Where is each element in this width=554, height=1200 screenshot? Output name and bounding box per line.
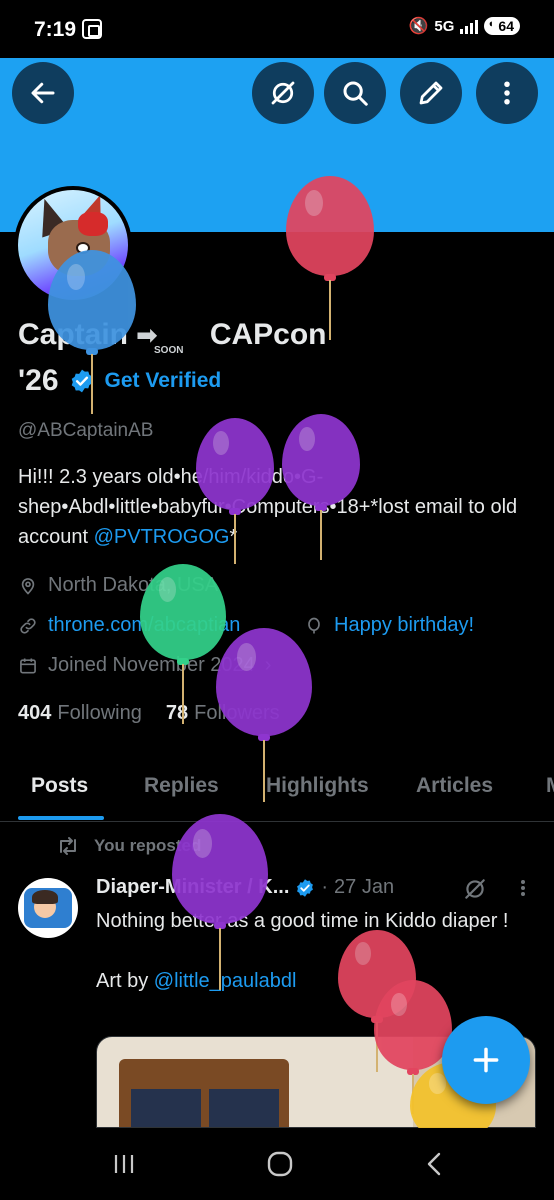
back-button[interactable] bbox=[12, 62, 74, 124]
post-art-credit: Art by @little_paulabdl bbox=[96, 966, 526, 996]
post-body: Nothing better as a good time in Kiddo d… bbox=[96, 906, 526, 996]
post-author-avatar[interactable] bbox=[18, 878, 78, 938]
tab-media[interactable]: Media bbox=[546, 774, 554, 798]
arrow-left-icon bbox=[31, 82, 55, 104]
following-label: Following bbox=[57, 702, 142, 724]
post-date: 27 Jan bbox=[334, 876, 395, 898]
balloon-decoration bbox=[140, 564, 226, 728]
grok-icon bbox=[271, 81, 295, 105]
mute-icon: 🔇 bbox=[408, 18, 429, 35]
user-handle: @ABCaptainAB bbox=[18, 420, 154, 441]
system-nav-bar bbox=[0, 1128, 554, 1200]
balloon-decoration bbox=[196, 418, 274, 568]
home-button[interactable] bbox=[260, 1146, 300, 1182]
more-vertical-icon bbox=[504, 81, 510, 105]
following-count: 404 bbox=[18, 702, 52, 724]
search-button[interactable] bbox=[324, 62, 386, 124]
new-post-button[interactable] bbox=[442, 1016, 530, 1104]
soon-badge: SOON bbox=[154, 345, 184, 356]
grok-icon[interactable] bbox=[462, 876, 488, 902]
art-by-label: Art by bbox=[96, 970, 154, 992]
recent-apps-icon bbox=[114, 1155, 134, 1173]
following-link[interactable]: 404 Following bbox=[18, 702, 142, 725]
recent-apps-button[interactable] bbox=[104, 1146, 144, 1182]
profile-bio: Hi!!! 2.3 years old•he/him/kiddo•G-shep•… bbox=[18, 462, 538, 552]
post-separator: · bbox=[321, 876, 329, 898]
birthday-row: Happy birthday! bbox=[304, 614, 474, 637]
balloon-decoration bbox=[216, 628, 312, 806]
battery-indicator: 64 bbox=[484, 17, 520, 35]
pencil-icon bbox=[419, 81, 443, 105]
birthday-link[interactable]: Happy birthday! bbox=[334, 614, 474, 637]
status-time: 7:19 bbox=[34, 18, 77, 41]
grok-button[interactable] bbox=[252, 62, 314, 124]
balloon-decoration bbox=[172, 814, 268, 994]
signal-icon bbox=[460, 18, 479, 34]
balloon-decoration bbox=[48, 250, 136, 418]
home-icon bbox=[267, 1151, 293, 1177]
link-icon bbox=[20, 617, 36, 634]
edit-button[interactable] bbox=[400, 62, 462, 124]
post-text-line: Nothing better as a good time in Kiddo d… bbox=[96, 910, 509, 932]
back-nav-button[interactable] bbox=[414, 1146, 454, 1182]
status-bar: 7:19 🔇 5G 64 bbox=[0, 0, 554, 58]
more-options-button[interactable] bbox=[476, 62, 538, 124]
search-icon bbox=[343, 81, 368, 106]
active-tab-indicator bbox=[18, 816, 104, 820]
repost-icon bbox=[60, 837, 76, 855]
network-type: 5G bbox=[434, 17, 455, 35]
tab-articles[interactable]: Articles bbox=[416, 774, 493, 798]
screenshot-indicator-icon bbox=[82, 19, 102, 39]
back-chevron-icon bbox=[427, 1152, 441, 1176]
verified-badge-icon bbox=[297, 878, 314, 897]
balloon-decoration bbox=[286, 176, 374, 344]
location-pin-icon bbox=[21, 577, 35, 595]
plus-icon bbox=[473, 1047, 499, 1073]
balloon-decoration bbox=[282, 414, 360, 564]
status-icons: 🔇 5G 64 bbox=[408, 16, 520, 36]
post-more-icon[interactable] bbox=[514, 876, 532, 900]
calendar-icon bbox=[20, 658, 36, 673]
tab-posts[interactable]: Posts bbox=[31, 774, 88, 798]
tab-replies[interactable]: Replies bbox=[144, 774, 219, 798]
